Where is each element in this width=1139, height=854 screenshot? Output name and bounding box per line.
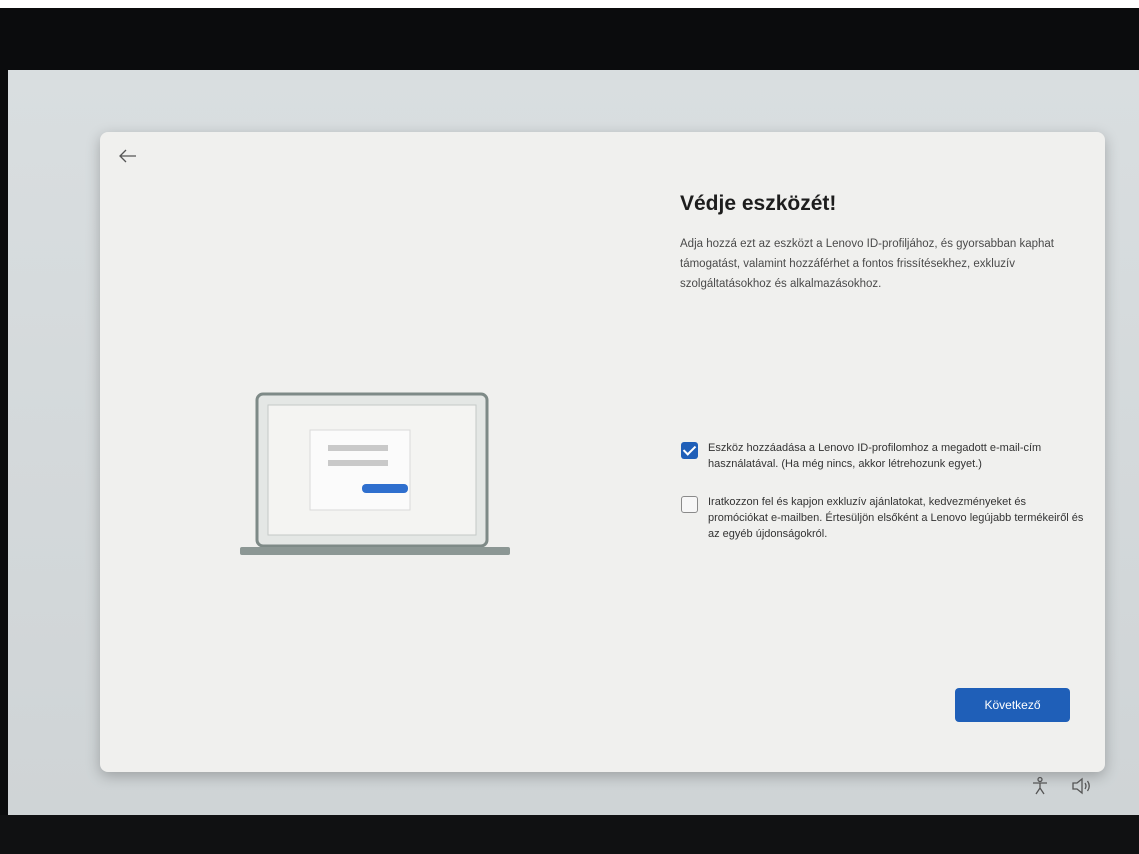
laptop-illustration (240, 392, 510, 555)
volume-icon[interactable] (1070, 776, 1092, 796)
add-device-label: Eszköz hozzáadása a Lenovo ID-profilomho… (708, 442, 1042, 470)
accessibility-icon[interactable] (1030, 776, 1050, 796)
add-device-checkbox[interactable] (681, 442, 698, 459)
subscribe-option[interactable]: Iratkozzon fel és kapjon exkluzív ajánla… (681, 494, 1088, 542)
setup-dialog: Védje eszközét! Adja hozzá ezt az eszköz… (100, 132, 1105, 772)
next-button[interactable]: Következő (955, 688, 1070, 722)
subscribe-label: Iratkozzon fel és kapjon exkluzív ajánla… (708, 496, 1084, 540)
back-arrow-icon (119, 149, 136, 163)
page-title: Védje eszközét! (680, 192, 837, 215)
add-device-option[interactable]: Eszköz hozzáadása a Lenovo ID-profilomho… (681, 440, 1088, 472)
back-button[interactable] (114, 142, 142, 170)
bottom-bar (0, 815, 1139, 854)
subscribe-checkbox[interactable] (681, 496, 698, 513)
page-description: Adja hozzá ezt az eszközt a Lenovo ID-pr… (680, 238, 1054, 290)
top-strip (0, 0, 1139, 8)
